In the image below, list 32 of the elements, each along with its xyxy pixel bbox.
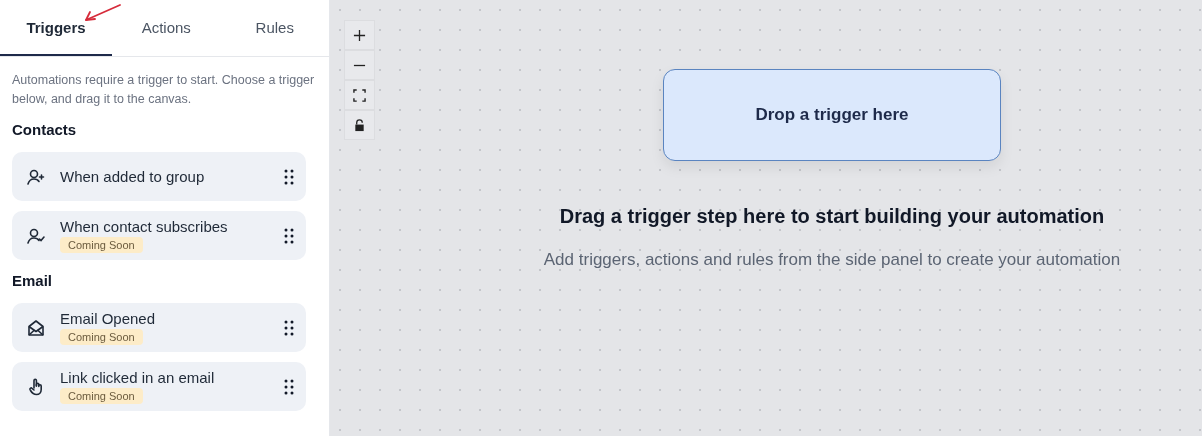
drop-zone[interactable]: Drop a trigger here [663,69,1001,161]
trigger-item[interactable]: Link clicked in an email Coming Soon [12,362,306,411]
drag-handle-icon[interactable] [284,319,294,336]
plus-icon [353,28,366,42]
drag-handle-icon[interactable] [284,378,294,395]
padlock-icon [353,118,366,132]
drag-handle-icon[interactable] [284,168,294,185]
trigger-label: Email Opened [60,310,156,327]
drag-handle-icon[interactable] [284,227,294,244]
coming-soon-badge: Coming Soon [60,388,143,404]
trigger-label: When added to group [60,168,205,185]
tab[interactable]: Actions [112,0,221,56]
trigger-item[interactable]: When added to group [12,152,306,201]
trigger-label: Link clicked in an email [60,369,215,386]
canvas-subtitle: Add triggers, actions and rules from the side panel to create your automation [543,250,1121,270]
section-heading: Email [12,272,54,289]
fit-view-icon [353,88,366,102]
tab[interactable]: Rules [220,0,329,56]
trigger-label: When contact subscribes [60,218,228,235]
fit-view-button[interactable] [344,80,375,110]
description-text: Automations require a trigger to start. Choose a trigger below, and drag it to the canvas. [12,72,316,108]
arrow-icon [82,3,122,23]
tab[interactable]: Triggers [0,0,112,56]
trigger-item[interactable]: Email Opened Coming Soon [12,303,306,352]
trigger-item[interactable]: When contact subscribes Coming Soon [12,211,306,260]
envelope-open-icon [26,317,46,338]
section-heading: Contacts [12,121,78,138]
coming-soon-badge: Coming Soon [60,329,143,345]
coming-soon-badge: Coming Soon [60,237,143,253]
lock-button[interactable] [344,110,375,140]
canvas-heading: Drag a trigger step here to start building your automation [559,205,1105,228]
zoom-in-button[interactable] [344,20,375,50]
